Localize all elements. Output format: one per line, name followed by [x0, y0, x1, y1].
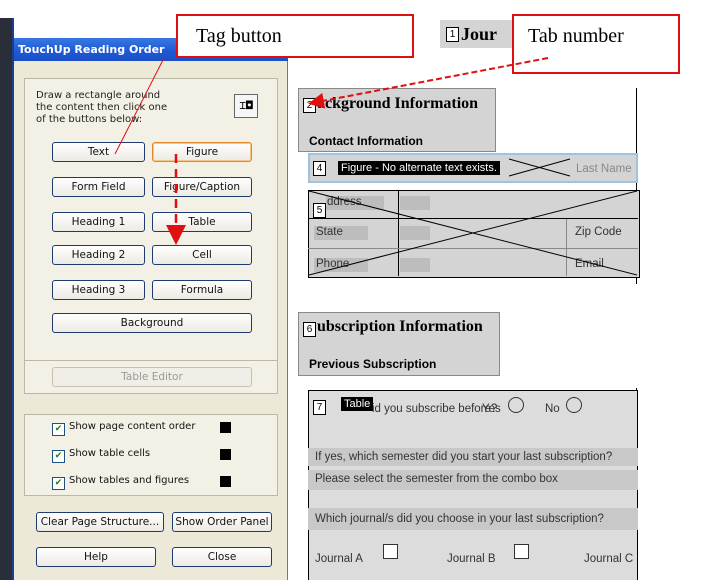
journal-question: Which journal/s did you choose in your l… [315, 513, 604, 525]
no-label: No [545, 403, 560, 415]
subscribe-question: id you subscribe before? [372, 403, 498, 415]
journal-c-label: Journal C [584, 553, 634, 565]
tag-button-callout: Tag button [176, 14, 414, 58]
semester-question: If yes, which semester did you start you… [315, 451, 613, 463]
journal-b-label: Journal B [447, 553, 496, 565]
yes-label: Yes [482, 403, 501, 415]
no-radio[interactable] [566, 397, 582, 413]
journal-b-checkbox[interactable] [514, 544, 529, 559]
table-label: Table [341, 397, 374, 411]
tab-number-callout: Tab number [512, 14, 680, 74]
tab-number: 6 [303, 322, 316, 337]
section-heading: ubscription Information [317, 318, 483, 335]
yes-radio[interactable] [508, 397, 524, 413]
tab-number: 7 [313, 400, 326, 415]
semester-instruction: Please select the semester from the comb… [315, 473, 558, 485]
journal-a-label: Journal A [315, 553, 363, 565]
section-subheading: Previous Subscription [309, 357, 437, 371]
journal-a-checkbox[interactable] [383, 544, 398, 559]
